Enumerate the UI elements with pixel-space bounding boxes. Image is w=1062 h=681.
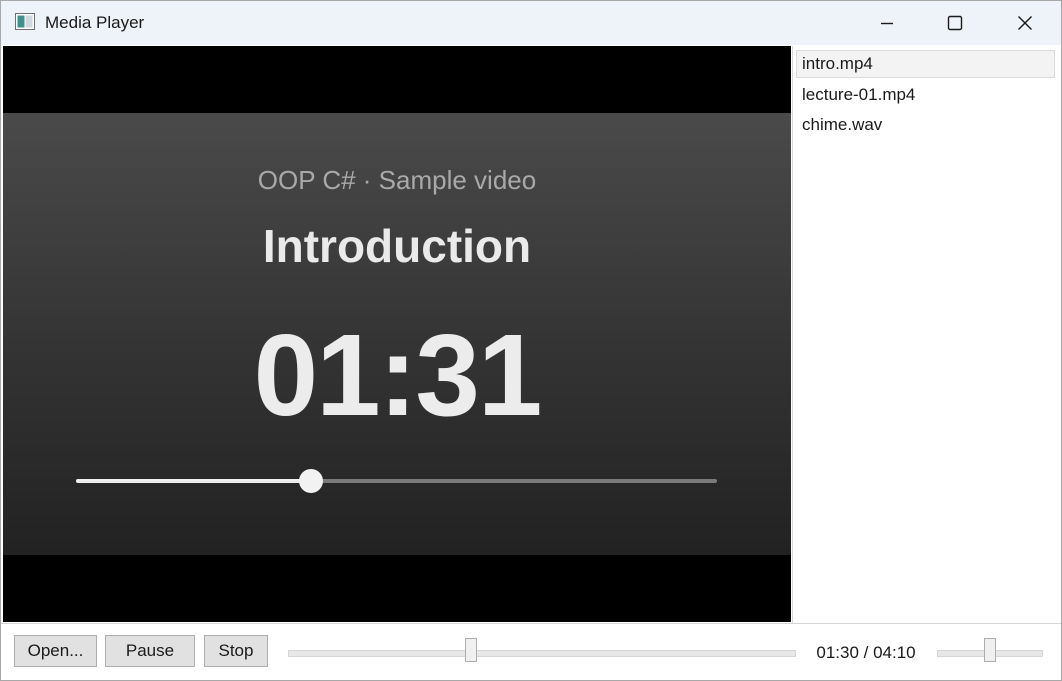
time-readout: 01:30 / 04:10 [816,643,916,662]
close-icon [1018,16,1032,30]
window-title: Media Player [45,13,145,32]
minimize-icon [881,22,893,25]
video-area[interactable]: OOP C# · Sample video Introduction 01:31 [3,46,791,622]
pause-button[interactable]: Pause [105,635,195,667]
video-progress-knob [299,469,324,493]
maximize-icon [947,15,963,31]
seek-slider[interactable] [288,638,796,662]
playlist-item[interactable]: intro.mp4 [796,50,1055,78]
video-clock: 01:31 [253,310,543,440]
video-progress-track [76,469,717,493]
maximize-button[interactable] [920,1,990,45]
volume-slider[interactable] [937,638,1043,662]
stop-button[interactable]: Stop [204,635,268,667]
video-subtitle: OOP C# · Sample video [257,165,537,195]
app-icon [15,13,35,30]
media-player-window: Media Player OOP C# · Sample video Intro… [0,0,1062,681]
volume-slider-thumb[interactable] [984,638,996,662]
video-frame: OOP C# · Sample video Introduction 01:31 [3,113,791,555]
playlist-item[interactable]: lecture-01.mp4 [796,81,1055,109]
open-button[interactable]: Open... [14,635,97,667]
title-bar: Media Player [1,1,1061,45]
close-button[interactable] [990,1,1060,45]
control-bar: Open... Pause Stop 01:30 / 04:10 [1,623,1061,680]
video-progress-fill [76,479,312,483]
seek-slider-thumb[interactable] [465,638,478,662]
playlist-item[interactable]: chime.wav [796,111,1055,139]
video-heading: Introduction [262,220,532,272]
minimize-button[interactable] [852,1,922,45]
playlist[interactable]: intro.mp4 lecture-01.mp4 chime.wav [792,46,1061,623]
